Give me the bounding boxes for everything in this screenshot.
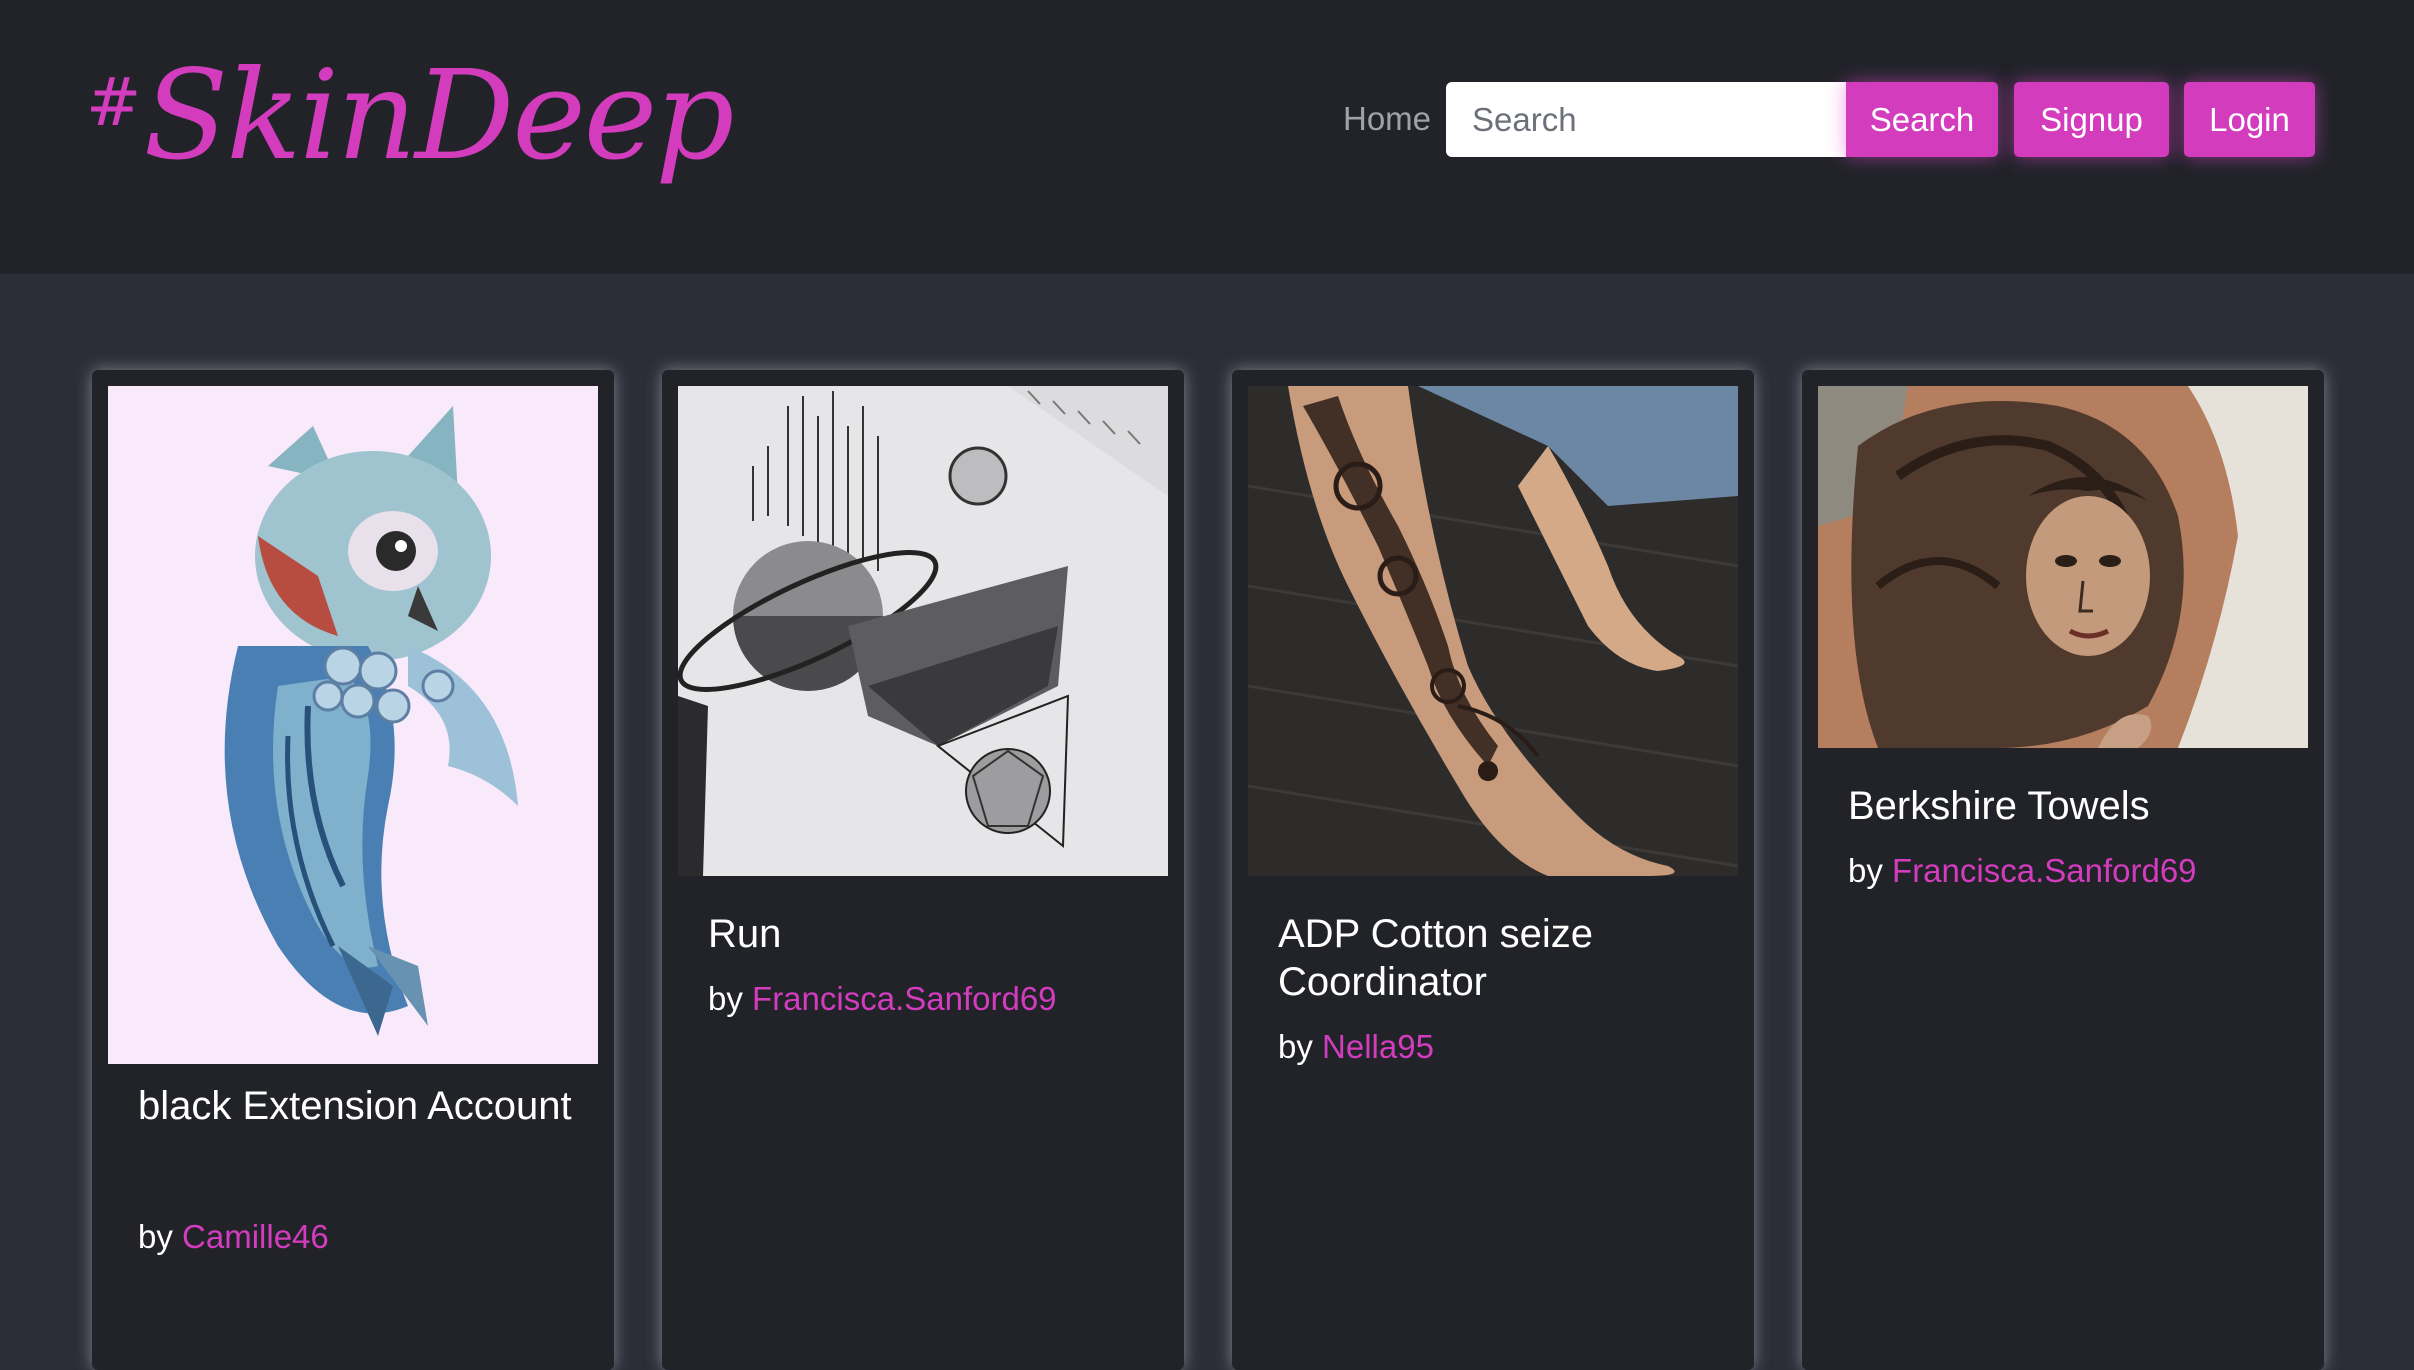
leg-tattoo-photo [1248, 386, 1738, 876]
tattoo-image-medusa[interactable] [1818, 386, 2308, 748]
author-link[interactable]: Francisca.Sanford69 [752, 980, 1057, 1017]
navbar: #SkinDeep Home Search Signup Login [0, 0, 2414, 274]
tattoo-card[interactable]: Run by Francisca.Sanford69 [662, 370, 1184, 1370]
login-button[interactable]: Login [2184, 82, 2315, 157]
search-button[interactable]: Search [1846, 82, 1998, 157]
card-title[interactable]: ADP Cotton seize Coordinator [1278, 910, 1718, 1006]
logo-hash: # [86, 64, 141, 141]
card-byline: by Francisca.Sanford69 [708, 980, 1057, 1018]
by-label: by [1278, 1028, 1313, 1065]
card-title[interactable]: Berkshire Towels [1848, 782, 2288, 830]
author-link[interactable]: Camille46 [182, 1218, 329, 1255]
card-title[interactable]: Run [708, 910, 1148, 958]
search-input[interactable] [1446, 82, 1846, 157]
author-link[interactable]: Francisca.Sanford69 [1892, 852, 2197, 889]
by-label: by [138, 1218, 173, 1255]
author-link[interactable]: Nella95 [1322, 1028, 1434, 1065]
card-byline: by Francisca.Sanford69 [1848, 852, 2197, 890]
tattoo-image-planet[interactable] [678, 386, 1168, 876]
nav-home-link[interactable]: Home [1343, 100, 1431, 138]
brand-logo[interactable]: #SkinDeep [86, 54, 734, 178]
tattoo-card[interactable]: Berkshire Towels by Francisca.Sanford69 [1802, 370, 2324, 1370]
tattoo-card[interactable]: black Extension Account by Camille46 [92, 370, 614, 1370]
card-byline: by Nella95 [1278, 1028, 1434, 1066]
card-byline: by Camille46 [138, 1218, 329, 1256]
medusa-tattoo-photo [1818, 386, 2308, 748]
by-label: by [1848, 852, 1883, 889]
card-title[interactable]: black Extension Account [138, 1082, 578, 1130]
tattoo-image-leg[interactable] [1248, 386, 1738, 876]
signup-button[interactable]: Signup [2014, 82, 2169, 157]
by-label: by [708, 980, 743, 1017]
tattoo-image-owl[interactable] [108, 386, 598, 1064]
tattoo-card[interactable]: ADP Cotton seize Coordinator by Nella95 [1232, 370, 1754, 1370]
planet-sketch [678, 386, 1168, 876]
logo-text: SkinDeep [143, 44, 734, 188]
owl-illustration [108, 386, 598, 1064]
